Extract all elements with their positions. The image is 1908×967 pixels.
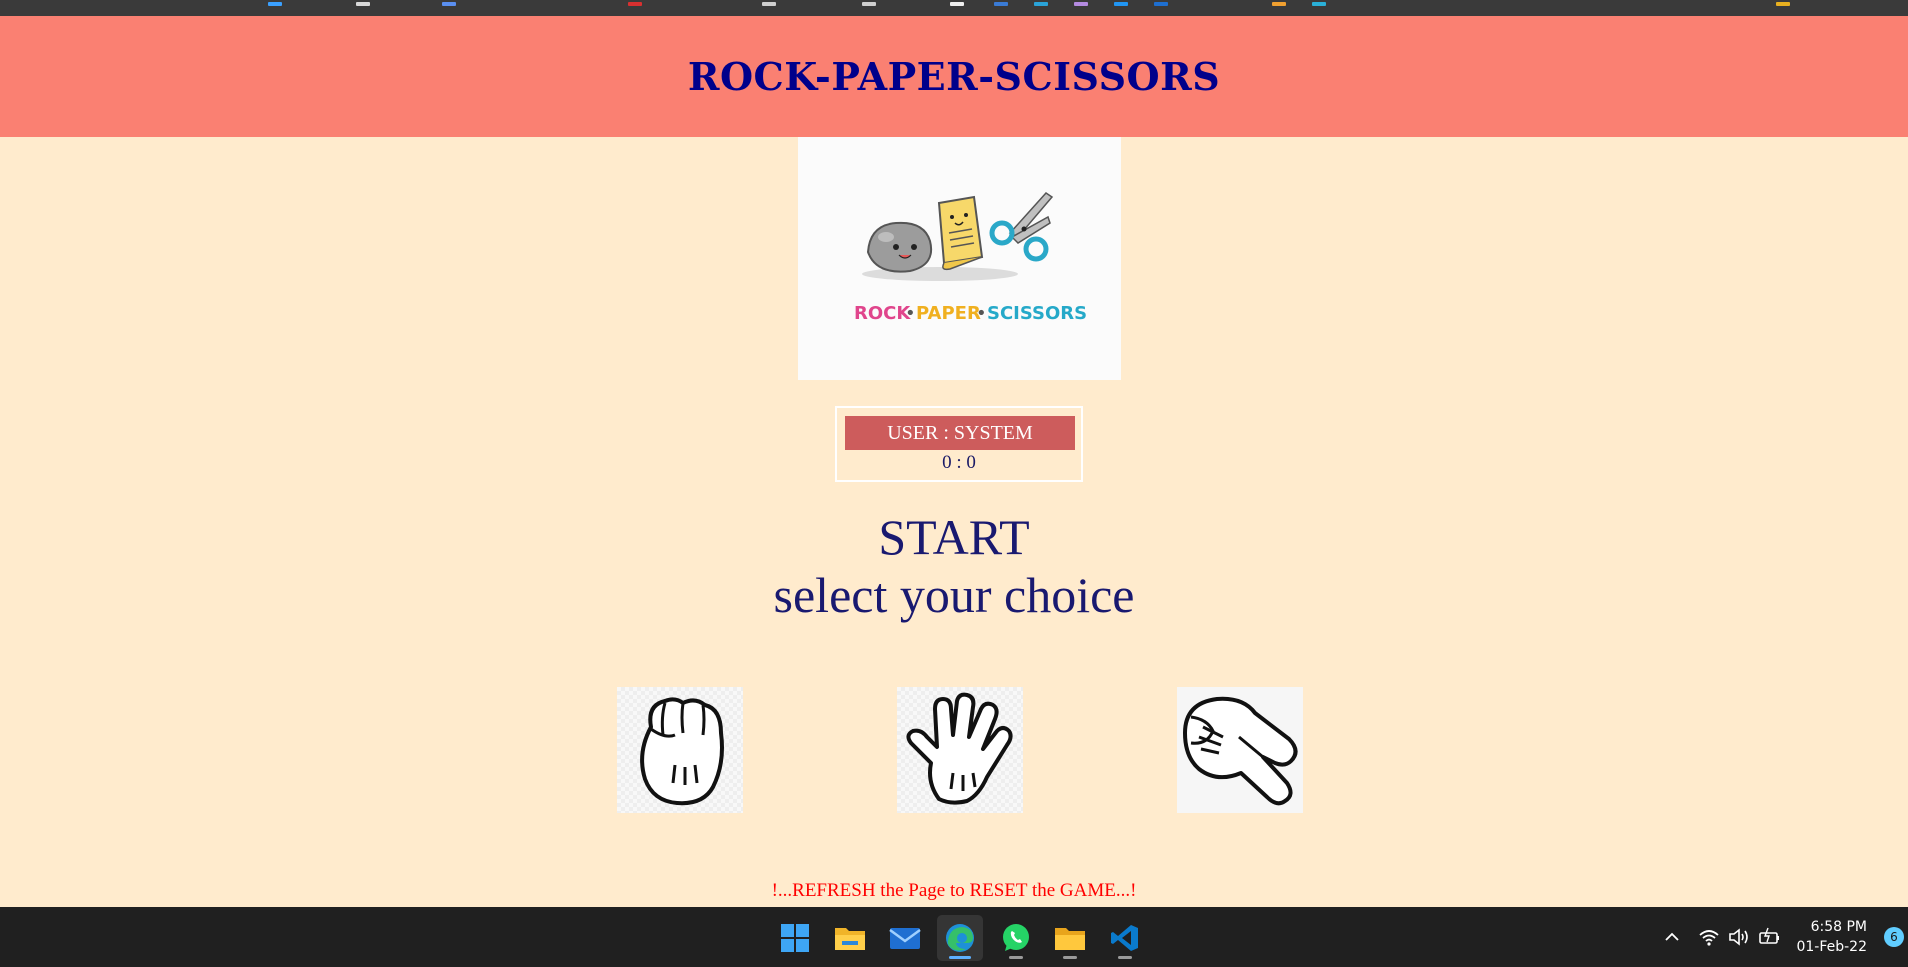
taskbar-folder[interactable]: [1047, 915, 1093, 961]
mail-icon: [889, 928, 921, 949]
game-logo: ROCK • PAPER • SCISSORS: [798, 137, 1121, 380]
taskbar-vscode[interactable]: [1102, 915, 1148, 961]
notification-badge[interactable]: 6: [1884, 927, 1904, 947]
bookmark-icon[interactable]: [1154, 2, 1168, 6]
scoreboard-score: 0 : 0: [942, 452, 976, 473]
scoreboard-label: USER : SYSTEM: [845, 416, 1075, 450]
svg-text:•: •: [905, 303, 916, 324]
taskbar-mail[interactable]: [882, 915, 928, 961]
bookmark-icon[interactable]: [994, 2, 1008, 6]
paper-choice-button[interactable]: [897, 687, 1023, 813]
bookmark-icon[interactable]: [442, 2, 456, 6]
paper-hand-icon: [906, 692, 1013, 805]
show-hidden-icons-chevron-icon[interactable]: [1662, 927, 1682, 947]
bookmarks-bar: [0, 0, 1908, 16]
bookmark-icon[interactable]: [950, 2, 964, 6]
reset-instruction: !...REFRESH the Page to RESET the GAME..…: [771, 880, 1137, 901]
bookmark-icon[interactable]: [1114, 2, 1128, 6]
page-header: ROCK-PAPER-SCISSORS: [0, 16, 1908, 137]
active-app-indicator: [949, 956, 971, 959]
running-app-indicator: [1063, 956, 1077, 959]
rock-paper-scissors-illustration: ROCK • PAPER • SCISSORS: [854, 192, 1087, 324]
taskbar-whatsapp[interactable]: [993, 915, 1039, 961]
volume-icon[interactable]: [1728, 927, 1750, 947]
bookmark-icon[interactable]: [268, 2, 282, 6]
bookmark-icon[interactable]: [1034, 2, 1048, 6]
bookmark-icon[interactable]: [862, 2, 876, 6]
scissors-choice-button[interactable]: [1177, 687, 1303, 813]
bookmark-icon[interactable]: [1776, 2, 1790, 6]
bookmark-icon[interactable]: [1312, 2, 1326, 6]
bookmark-icon[interactable]: [762, 2, 776, 6]
bookmark-icon[interactable]: [356, 2, 370, 6]
svg-text:SCISSORS: SCISSORS: [987, 303, 1087, 324]
system-tray: [1662, 907, 1782, 967]
whatsapp-icon: [1003, 924, 1029, 951]
clock-date: 01-Feb-22: [1796, 939, 1867, 955]
game-status-prompt: select your choice: [773, 567, 1135, 623]
bookmark-icon[interactable]: [1272, 2, 1286, 6]
taskbar-clock[interactable]: 6:58 PM 01-Feb-22: [1796, 917, 1867, 957]
edge-browser-icon: [946, 924, 974, 952]
rock-hand-icon: [640, 697, 724, 806]
svg-text:•: •: [976, 303, 987, 324]
file-explorer-icon: [835, 928, 865, 950]
start-icon: [781, 924, 809, 952]
game-status-heading: START: [878, 509, 1030, 565]
taskbar: 6:58 PM 01-Feb-22 6: [0, 907, 1908, 967]
wifi-icon[interactable]: [1698, 927, 1720, 947]
clock-time: 6:58 PM: [1810, 919, 1867, 935]
running-app-indicator: [1118, 956, 1132, 959]
running-app-indicator: [1009, 956, 1023, 959]
bookmark-icon[interactable]: [1074, 2, 1088, 6]
battery-charging-icon[interactable]: [1758, 927, 1782, 947]
taskbar-file-explorer[interactable]: [827, 915, 873, 961]
vscode-icon: [1111, 925, 1138, 951]
scissors-hand-icon: [1183, 696, 1298, 806]
svg-text:PAPER: PAPER: [916, 303, 981, 324]
folder-icon: [1055, 928, 1085, 950]
svg-text:ROCK: ROCK: [854, 303, 911, 324]
bookmark-icon[interactable]: [628, 2, 642, 6]
page-title: ROCK-PAPER-SCISSORS: [687, 54, 1221, 99]
start-button[interactable]: [772, 915, 818, 961]
taskbar-edge[interactable]: [937, 915, 983, 961]
rock-choice-button[interactable]: [617, 687, 743, 813]
scoreboard: USER : SYSTEM 0 : 0: [835, 406, 1083, 482]
